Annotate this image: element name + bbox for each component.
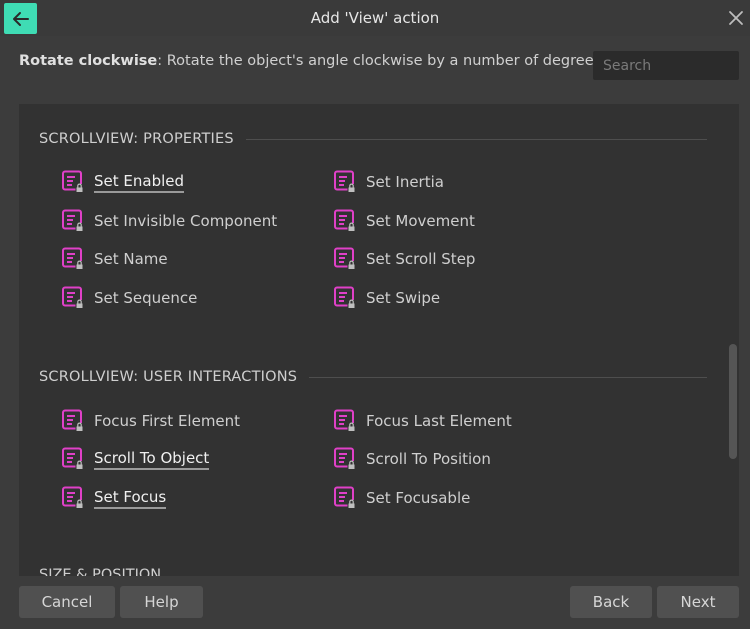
action-item-set-invisible-component[interactable]: Set Invisible Component	[61, 208, 277, 234]
close-icon	[729, 11, 743, 25]
action-label: Set Focus	[94, 488, 167, 509]
action-lock-icon	[334, 447, 356, 470]
section-title: SCROLLVIEW: USER INTERACTIONS	[39, 369, 298, 385]
action-item-set-scroll-step[interactable]: Set Scroll Step	[333, 246, 475, 272]
cancel-button[interactable]: Cancel	[19, 586, 115, 618]
action-lock-icon	[62, 170, 84, 193]
dialog-title: Add 'View' action	[310, 9, 440, 27]
action-item-set-focusable[interactable]: Set Focusable	[333, 485, 470, 511]
section-header-size-position: SIZE & POSITION	[39, 567, 162, 576]
action-label: Scroll To Object	[94, 449, 210, 470]
action-item-scroll-to-object[interactable]: Scroll To Object	[61, 446, 210, 472]
title-bar: Add 'View' action	[0, 0, 750, 36]
action-lock-icon	[62, 247, 84, 270]
action-lock-icon	[334, 247, 356, 270]
section-divider	[309, 376, 707, 378]
scrollbar-thumb[interactable]	[729, 344, 737, 459]
action-lock-icon	[62, 209, 84, 232]
action-lock-icon	[62, 486, 84, 509]
action-label: Focus First Element	[94, 412, 241, 430]
actions-list-panel: SCROLLVIEW: PROPERTIES Set Enabled Set I…	[19, 104, 739, 576]
back-arrow-button[interactable]	[4, 3, 37, 34]
action-item-focus-last-element[interactable]: Focus Last Element	[333, 408, 512, 434]
action-item-set-name[interactable]: Set Name	[61, 246, 168, 272]
action-label: Set Enabled	[94, 172, 185, 193]
action-item-set-inertia[interactable]: Set Inertia	[333, 169, 444, 195]
help-button[interactable]: Help	[120, 586, 203, 618]
arrow-left-icon	[12, 11, 29, 26]
action-label: Set Name	[94, 250, 168, 268]
action-item-set-focus[interactable]: Set Focus	[61, 485, 167, 511]
back-button[interactable]: Back	[570, 586, 652, 618]
action-label: Scroll To Position	[366, 450, 491, 468]
search-input[interactable]	[593, 51, 739, 80]
section-title: SCROLLVIEW: PROPERTIES	[39, 131, 234, 147]
action-lock-icon	[334, 209, 356, 232]
vertical-scrollbar[interactable]	[726, 104, 739, 576]
action-lock-icon	[62, 286, 84, 309]
action-item-set-enabled[interactable]: Set Enabled	[61, 169, 185, 195]
action-label: Focus Last Element	[366, 412, 512, 430]
section-header-scrollview-user-interactions: SCROLLVIEW: USER INTERACTIONS	[39, 367, 707, 387]
action-item-set-swipe[interactable]: Set Swipe	[333, 285, 440, 311]
close-button[interactable]	[726, 8, 746, 28]
action-label: Set Focusable	[366, 489, 471, 507]
action-lock-icon	[334, 170, 356, 193]
section-divider	[245, 138, 707, 140]
section-header-scrollview-properties: SCROLLVIEW: PROPERTIES	[39, 129, 707, 149]
action-label: Set Swipe	[366, 289, 441, 307]
action-lock-icon	[334, 486, 356, 509]
action-label: Set Movement	[366, 212, 475, 230]
action-lock-icon	[334, 286, 356, 309]
action-label: Set Inertia	[366, 173, 444, 191]
action-item-scroll-to-position[interactable]: Scroll To Position	[333, 446, 491, 472]
action-lock-icon	[334, 409, 356, 432]
action-label: Set Sequence	[94, 289, 198, 307]
action-label: Set Scroll Step	[366, 250, 476, 268]
next-button[interactable]: Next	[657, 586, 739, 618]
action-item-focus-first-element[interactable]: Focus First Element	[61, 408, 240, 434]
action-description: Rotate clockwise: Rotate the object's an…	[19, 53, 606, 69]
action-item-set-sequence[interactable]: Set Sequence	[61, 285, 197, 311]
action-description-text: : Rotate the object's angle clockwise by…	[157, 53, 606, 69]
action-item-set-movement[interactable]: Set Movement	[333, 208, 475, 234]
action-lock-icon	[62, 447, 84, 470]
action-label: Set Invisible Component	[94, 212, 278, 230]
action-name: Rotate clockwise	[19, 53, 158, 69]
action-lock-icon	[62, 409, 84, 432]
